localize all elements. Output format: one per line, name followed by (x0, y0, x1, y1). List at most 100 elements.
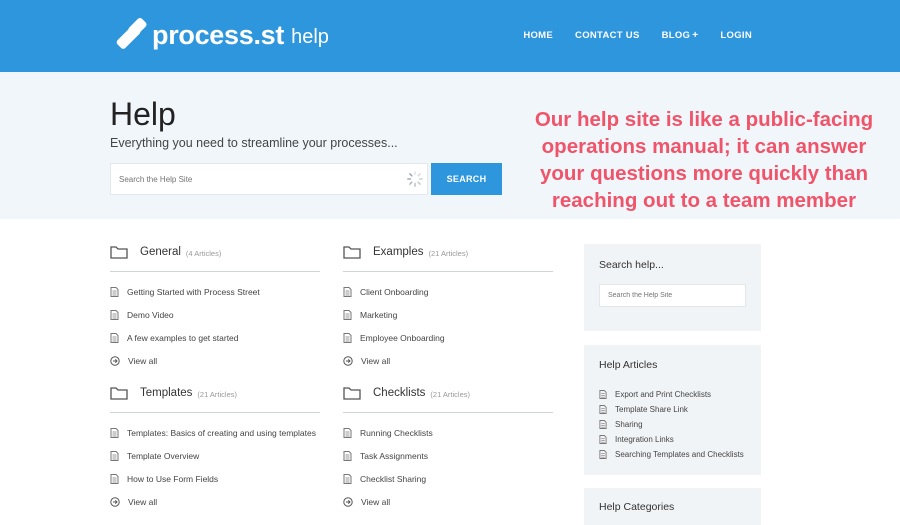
widget-title: Help Articles (599, 359, 658, 371)
document-icon (343, 450, 352, 461)
article-link[interactable]: Template Overview (110, 444, 320, 467)
category-count: (21 Articles) (197, 389, 238, 399)
document-icon (343, 309, 352, 320)
logo-suffix: help (291, 25, 329, 48)
article-title: Checklist Sharing (360, 473, 427, 484)
category-title[interactable]: Templates (140, 387, 192, 399)
nav-login[interactable]: LOGIN (720, 30, 752, 41)
category-title[interactable]: Checklists (373, 387, 425, 399)
category-checklists: Checklists (21 Articles) Running Checkli… (343, 381, 553, 513)
article-link[interactable]: Demo Video (110, 303, 320, 326)
logo-brand: process.st (152, 19, 285, 50)
view-all-link[interactable]: View all (110, 349, 320, 372)
category-header: Examples (21 Articles) (343, 240, 553, 264)
page-subtitle: Everything you need to streamline your p… (110, 136, 398, 150)
document-icon (599, 450, 607, 459)
document-icon (599, 405, 607, 414)
help-article-link[interactable]: Sharing (599, 417, 744, 432)
divider (110, 271, 320, 272)
view-all-label: View all (128, 355, 158, 366)
article-link[interactable]: Getting Started with Process Street (110, 280, 320, 303)
document-icon (110, 427, 119, 438)
nav-blog[interactable]: BLOG + (662, 30, 699, 41)
view-all-label: View all (361, 496, 391, 507)
document-icon (110, 473, 119, 484)
article-link[interactable]: A few examples to get started (110, 326, 320, 349)
divider (110, 412, 320, 413)
folder-icon (110, 246, 128, 259)
view-all-link[interactable]: View all (343, 349, 553, 372)
view-all-link[interactable]: View all (343, 490, 553, 513)
view-all-link[interactable]: View all (110, 490, 320, 513)
arrow-circle-icon (343, 496, 353, 507)
document-icon (110, 332, 119, 343)
category-title[interactable]: Examples (373, 246, 424, 258)
widget-title: Help Categories (599, 501, 675, 513)
category-title[interactable]: General (140, 246, 181, 258)
article-link[interactable]: Employee Onboarding (343, 326, 553, 349)
category-count: (21 Articles) (430, 389, 471, 399)
document-icon (599, 420, 607, 429)
article-title: A few examples to get started (127, 332, 239, 343)
document-icon (343, 427, 352, 438)
logo[interactable]: process.st help (115, 16, 329, 52)
article-title: Templates: Basics of creating and using … (127, 427, 316, 438)
article-link[interactable]: How to Use Form Fields (110, 467, 320, 490)
search-button[interactable]: SEARCH (431, 163, 502, 195)
article-link[interactable]: Checklist Sharing (343, 467, 553, 490)
loading-spinner-icon (407, 171, 423, 187)
article-link[interactable]: Client Onboarding (343, 280, 553, 303)
article-title: Employee Onboarding (360, 332, 445, 343)
help-articles-list: Export and Print Checklists Template Sha… (599, 387, 744, 462)
document-icon (599, 435, 607, 444)
category-header: General (4 Articles) (110, 240, 320, 264)
view-all-label: View all (128, 496, 158, 507)
help-article-link[interactable]: Export and Print Checklists (599, 387, 744, 402)
help-article-link[interactable]: Integration Links (599, 432, 744, 447)
article-title: Demo Video (127, 309, 174, 320)
document-icon (599, 390, 607, 399)
folder-icon (343, 246, 361, 259)
nav-home[interactable]: HOME (523, 30, 553, 41)
sidebar-search-input[interactable] (599, 284, 746, 307)
widget-search: Search help... (584, 244, 761, 331)
main-nav: HOME CONTACT US BLOG + LOGIN (501, 30, 752, 41)
plus-icon: + (692, 30, 699, 41)
help-article-link[interactable]: Template Share Link (599, 402, 744, 417)
folder-icon (110, 387, 128, 400)
help-article-title: Searching Templates and Checklists (615, 450, 744, 459)
document-icon (110, 286, 119, 297)
document-icon (110, 309, 119, 320)
folder-icon (343, 387, 361, 400)
document-icon (110, 450, 119, 461)
document-icon (343, 286, 352, 297)
divider (343, 412, 553, 413)
article-link[interactable]: Task Assignments (343, 444, 553, 467)
article-link[interactable]: Marketing (343, 303, 553, 326)
category-general: General (4 Articles) Getting Started wit… (110, 240, 320, 372)
category-count: (4 Articles) (185, 248, 222, 258)
arrow-circle-icon (343, 355, 353, 366)
hero-search-input[interactable] (111, 164, 391, 194)
article-link[interactable]: Templates: Basics of creating and using … (110, 421, 320, 444)
article-title: Marketing (360, 309, 398, 320)
nav-contact-us[interactable]: CONTACT US (575, 30, 640, 41)
top-bar: process.st help HOME CONTACT US BLOG + LO… (0, 0, 900, 72)
widget-help-articles: Help Articles Export and Print Checklist… (584, 345, 761, 475)
page-title: Help (110, 96, 176, 132)
view-all-label: View all (361, 355, 391, 366)
help-article-title: Integration Links (615, 435, 674, 444)
article-title: Client Onboarding (360, 286, 429, 297)
article-title: Template Overview (127, 450, 200, 461)
hero-search-box (110, 163, 428, 195)
help-article-title: Sharing (615, 420, 643, 429)
article-title: Task Assignments (360, 450, 429, 461)
article-link[interactable]: Running Checklists (343, 421, 553, 444)
widget-help-categories: Help Categories (584, 488, 761, 525)
process-street-logo-icon (115, 16, 148, 51)
document-icon (343, 332, 352, 343)
help-article-title: Template Share Link (615, 405, 688, 414)
widget-title: Search help... (599, 259, 664, 271)
document-icon (343, 473, 352, 484)
help-article-link[interactable]: Searching Templates and Checklists (599, 447, 744, 462)
